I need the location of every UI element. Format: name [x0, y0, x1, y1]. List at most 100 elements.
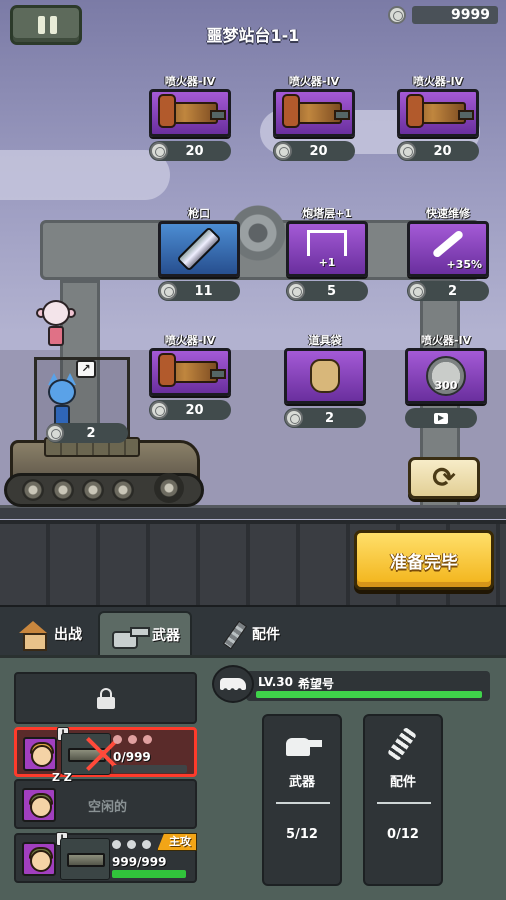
video-ad-icon	[434, 412, 448, 424]
flamethrower-icon	[406, 94, 474, 128]
item-price: 5	[286, 281, 368, 301]
idle-label: 空闲的	[88, 800, 128, 815]
npc-pink-girl	[36, 300, 76, 350]
price-value: 20	[185, 143, 204, 159]
item-bag-icon	[310, 359, 340, 393]
item-card[interactable]	[397, 89, 479, 137]
tab-parts[interactable]: 配件	[220, 611, 280, 657]
vehicle-name: 希望号	[298, 677, 335, 691]
tank-wheel	[112, 479, 134, 501]
item-name: 道具袋	[308, 334, 342, 347]
gear-coin-icon	[408, 282, 426, 300]
hp-text: 999/999	[112, 855, 167, 869]
item-card[interactable]	[158, 221, 240, 277]
hp-bar	[113, 765, 187, 773]
vehicle-icon	[212, 665, 254, 703]
item-card[interactable]	[284, 348, 366, 404]
item-name: 枪口	[188, 207, 210, 220]
turret-layer-icon	[307, 229, 347, 256]
hp-text: 0/999	[113, 750, 151, 764]
price-value: 20	[433, 143, 452, 159]
reward-amount: 300	[434, 379, 458, 392]
crew-slot-idle[interactable]: Z Z 空闲的	[14, 771, 197, 829]
gear-coin-icon	[287, 282, 305, 300]
tank-wheel	[82, 479, 104, 501]
item-price: 20	[149, 141, 231, 161]
price-value: 11	[194, 283, 213, 299]
machine-gun-icon	[67, 853, 105, 867]
stage-title: 噩梦站台1-1	[206, 26, 300, 45]
flamethrower-icon	[158, 94, 226, 128]
tab-label: 配件	[252, 627, 280, 643]
item-card[interactable]	[149, 89, 231, 137]
item-tag: +35%	[446, 258, 482, 271]
vehicle-progress-fill	[256, 691, 482, 698]
stat-label: 武器	[288, 775, 315, 790]
item-name: 喷火器-IV	[288, 75, 340, 88]
price-value: 2	[86, 425, 96, 441]
hp-fill	[112, 870, 186, 878]
vehicle-info: LV.30 希望号	[210, 665, 490, 705]
watch-ad-button[interactable]	[405, 408, 477, 428]
price-value: 20	[309, 143, 328, 159]
crew-slot-selected[interactable]: I 0/999	[14, 727, 197, 777]
wrench-icon	[431, 229, 465, 259]
avatar	[23, 737, 57, 771]
gear-coin-icon	[398, 142, 416, 160]
weapon-stat-card[interactable]: 武器 5/12	[262, 714, 342, 886]
house-icon	[18, 621, 48, 651]
gear-coin-icon	[46, 424, 64, 442]
price-value: 2	[324, 410, 335, 426]
sleep-icon: Z Z	[52, 771, 72, 784]
gear-coin-icon	[285, 409, 303, 427]
price-value: 2	[447, 283, 458, 299]
gear-coin-icon	[159, 282, 177, 300]
slot-price[interactable]: 2	[46, 423, 128, 443]
item-card[interactable]: 300	[405, 348, 487, 404]
stat-count: 0/12	[387, 827, 419, 842]
muzzle-icon	[176, 226, 222, 272]
player-tank: ↗ 2	[4, 300, 210, 515]
item-card[interactable]: +1	[286, 221, 368, 277]
stat-count: 5/12	[286, 827, 318, 842]
crew-slot-main[interactable]: I 999/999 主攻	[14, 832, 197, 883]
lock-icon	[96, 688, 115, 709]
hp-bar	[112, 870, 186, 878]
avatar	[22, 842, 56, 876]
bottom-tab-bar: 出战 武器 配件	[0, 605, 506, 657]
item-tag: +1	[318, 255, 336, 269]
item-name: 喷火器-IV	[164, 75, 216, 88]
tab-weapons[interactable]: 武器	[98, 611, 192, 657]
item-price: 2	[407, 281, 489, 301]
tank-wheel	[52, 479, 74, 501]
item-card[interactable]	[273, 89, 355, 137]
gear-coin-icon	[150, 142, 168, 160]
parts-icon	[387, 726, 417, 762]
coin-pile-icon: 300	[426, 356, 466, 396]
tank-wheel	[154, 473, 184, 503]
locked-crew-slot[interactable]	[14, 672, 197, 724]
refresh-button[interactable]: ⟳	[408, 457, 480, 499]
item-name: 喷火器-IV	[164, 334, 216, 347]
tab-deploy[interactable]: 出战	[18, 611, 82, 657]
parts-stat-card[interactable]: 配件 0/12	[363, 714, 443, 886]
divider	[377, 802, 431, 804]
item-name: 快速维修	[426, 207, 470, 220]
vehicle-progress-bar	[256, 691, 482, 698]
item-price: 11	[158, 281, 240, 301]
item-name: 炮塔层+1	[302, 207, 352, 220]
equipped-weapon	[60, 838, 110, 880]
price-value: 5	[326, 283, 337, 299]
level-dots	[113, 735, 152, 744]
refresh-icon: ⟳	[432, 461, 456, 494]
item-card[interactable]: +35%	[407, 221, 489, 277]
item-price: 20	[397, 141, 479, 161]
tank-wheel	[22, 479, 44, 501]
tab-label: 武器	[152, 628, 180, 644]
item-name: 喷火器-IV	[420, 334, 472, 347]
level-dots	[112, 840, 151, 849]
turret-icon	[286, 730, 322, 758]
item-price: 2	[284, 408, 366, 428]
ready-button[interactable]: 准备完毕	[354, 530, 494, 590]
gear-coin-icon	[274, 142, 292, 160]
